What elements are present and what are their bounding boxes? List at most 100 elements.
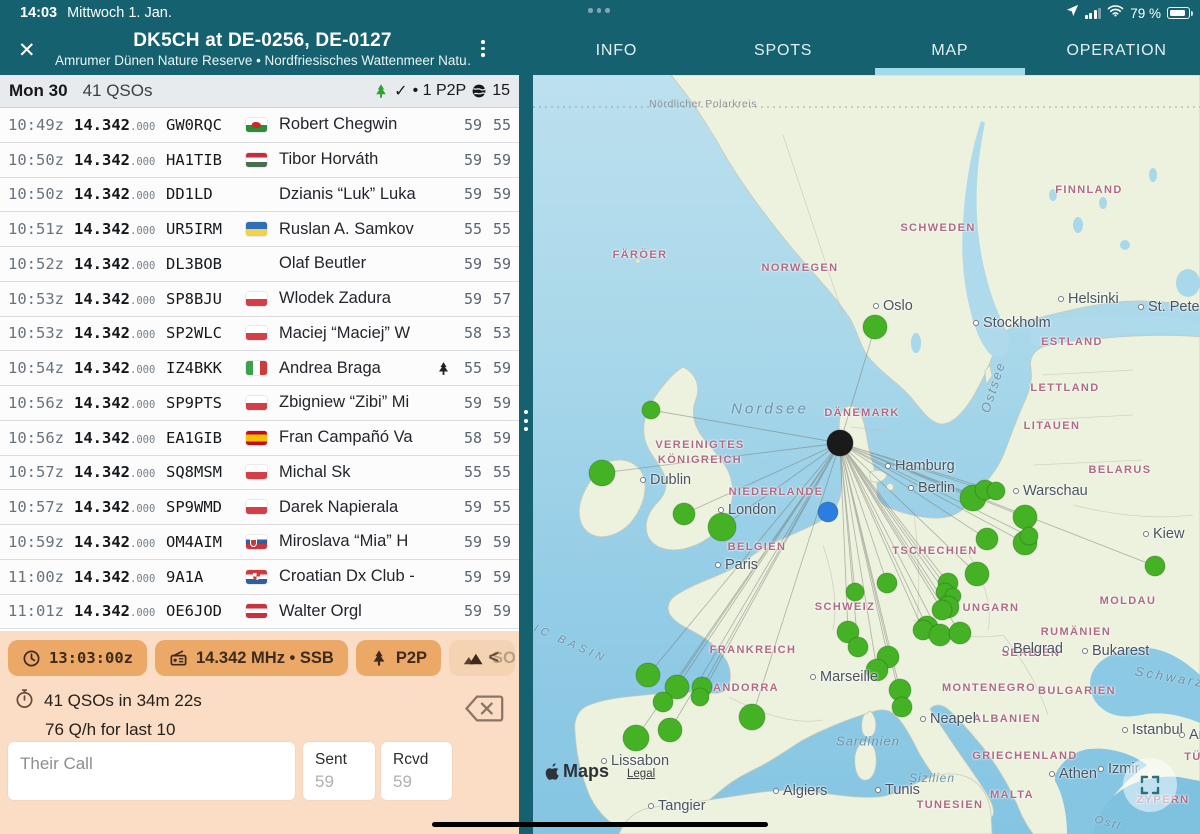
tab-info[interactable]: INFO [533, 27, 700, 75]
country-flag-icon [246, 292, 279, 306]
chip-p2p[interactable]: P2P [356, 640, 441, 676]
country-flag-icon [246, 604, 279, 618]
qso-time: 10:53z [0, 290, 74, 308]
qso-map-dot[interactable] [623, 725, 649, 751]
qso-map-dot[interactable] [848, 637, 868, 657]
qso-callsign: EA1GIB [166, 429, 246, 447]
qso-callsign: SP8BJU [166, 290, 246, 308]
rst-rcvd: 59 [482, 151, 511, 169]
qso-map-dot[interactable] [965, 562, 989, 586]
stats-line1: 41 QSOs in 34m 22s [44, 691, 202, 711]
apple-maps-logo: Maps [545, 761, 609, 782]
chevron-left-icon[interactable]: < [489, 647, 500, 668]
table-row[interactable]: 10:57z14.342.000SP9WMDDarek Napierala595… [0, 490, 519, 525]
sent-field[interactable]: Sent 59 [303, 742, 375, 800]
qso-map-dot[interactable] [673, 503, 695, 525]
qso-map-dot[interactable] [877, 573, 897, 593]
qso-operator-name: Fran Campañó Va [279, 428, 433, 447]
qso-callsign: IZ4BKK [166, 359, 246, 377]
qso-map-dot[interactable] [589, 460, 615, 486]
qso-map-dot[interactable] [691, 688, 709, 706]
check-mark: ✓ [394, 81, 407, 101]
rst-sent: 59 [453, 498, 482, 516]
qso-map-dot[interactable] [658, 718, 682, 742]
rst-rcvd: 59 [482, 429, 511, 447]
table-row[interactable]: 10:54z14.342.000IZ4BKKAndrea Braga5559 [0, 351, 519, 386]
qso-map-dot[interactable] [739, 704, 765, 730]
table-row[interactable]: 11:00z14.342.0009A1ACroatian Dx Club -59… [0, 560, 519, 595]
their-call-field[interactable] [8, 742, 295, 800]
qso-map-dot[interactable] [653, 692, 673, 712]
qso-map-dot[interactable] [636, 663, 660, 687]
close-icon[interactable]: ✕ [18, 38, 36, 63]
tab-bar: INFOSPOTSMAPOPERATION [533, 27, 1200, 75]
chip-sota[interactable]: SOTA< [449, 640, 515, 676]
backspace-button[interactable] [463, 693, 505, 729]
qso-map-dot[interactable] [949, 622, 971, 644]
map-base [533, 75, 1200, 834]
chip-14-342-mhz-ssb[interactable]: 14.342 MHz • SSB [155, 640, 348, 676]
table-row[interactable]: 10:49z14.342.000GW0RQCRobert Chegwin5955 [0, 108, 519, 143]
qso-map-dot[interactable] [932, 600, 952, 620]
activation-title-block: DK5CH at DE-0256, DE-0127 Amrumer Dünen … [55, 30, 470, 68]
qso-map-dot[interactable] [929, 624, 951, 646]
rst-rcvd: 59 [482, 533, 511, 551]
qso-time: 10:54z [0, 359, 74, 377]
qso-map-dot[interactable] [976, 528, 998, 550]
qso-frequency: 14.342.000 [74, 497, 166, 517]
qso-map-dot[interactable] [1020, 527, 1038, 545]
rst-sent: 58 [453, 429, 482, 447]
qso-map-dot[interactable] [863, 315, 887, 339]
qso-operator-name: Ruslan A. Samkov [279, 220, 433, 239]
apple-icon [545, 763, 560, 781]
table-row[interactable]: 10:56z14.342.000SP9PTSZbigniew “Zibi” Mi… [0, 386, 519, 421]
chip-13-03-00z[interactable]: 13:03:00z [8, 640, 147, 676]
qso-frequency: 14.342.000 [74, 289, 166, 309]
qso-time: 11:00z [0, 568, 74, 586]
table-row[interactable]: 10:59z14.342.000OM4AIMMiroslava “Mia” H5… [0, 525, 519, 560]
rst-sent: 55 [453, 463, 482, 481]
status-time: 14:03 [20, 5, 57, 21]
qso-map-dot[interactable] [866, 659, 888, 681]
entry-fields: Sent 59 Rcvd 59 [0, 742, 519, 800]
table-row[interactable]: 10:51z14.342.000UR5IRMRuslan A. Samkov55… [0, 212, 519, 247]
drag-handle-icon[interactable] [524, 410, 528, 431]
dx-count: 15 [492, 82, 510, 100]
country-flag-icon [246, 431, 279, 445]
qso-time: 10:50z [0, 185, 74, 203]
table-row[interactable]: 10:57z14.342.000SQ8MSMMichal Sk5555 [0, 456, 519, 491]
fullscreen-button[interactable] [1123, 758, 1177, 812]
log-qso-count: 41 QSOs [83, 81, 153, 101]
qso-map-dot[interactable] [987, 482, 1005, 500]
panel-divider[interactable] [519, 75, 533, 834]
multitask-dots-icon[interactable] [588, 8, 610, 13]
table-row[interactable]: 10:50z14.342.000DD1LDDzianis “Luk” Luka5… [0, 178, 519, 213]
overflow-menu-icon[interactable] [481, 40, 485, 57]
country-flag-icon [246, 396, 279, 410]
rcvd-field[interactable]: Rcvd 59 [381, 742, 452, 800]
table-row[interactable]: 10:56z14.342.000EA1GIBFran Campañó Va585… [0, 421, 519, 456]
their-call-input[interactable] [8, 742, 295, 786]
qso-map-dot[interactable] [708, 513, 736, 541]
qso-map-dot[interactable] [642, 401, 660, 419]
qso-map-dot[interactable] [892, 697, 912, 717]
qso-map-dot[interactable] [846, 583, 864, 601]
rst-sent: 55 [453, 220, 482, 238]
qso-map-dot[interactable] [1013, 505, 1037, 529]
table-row[interactable]: 10:50z14.342.000HA1TIBTibor Horváth5959 [0, 143, 519, 178]
map-view[interactable]: FÄRÖERNORWEGENSCHWEDENFINNLANDESTLANDLET… [533, 75, 1200, 834]
rst-sent: 59 [453, 568, 482, 586]
qso-operator-name: Tibor Horváth [279, 150, 433, 169]
qso-operator-name: Miroslava “Mia” H [279, 532, 433, 551]
tab-spots[interactable]: SPOTS [700, 27, 867, 75]
table-row[interactable]: 10:53z14.342.000SP8BJUWlodek Zadura5957 [0, 282, 519, 317]
tab-map[interactable]: MAP [867, 27, 1034, 75]
legal-link[interactable]: Legal [627, 768, 655, 782]
tab-operation[interactable]: OPERATION [1033, 27, 1200, 75]
qso-operator-name: Walter Orgl [279, 602, 433, 621]
qso-map-dot[interactable] [1145, 556, 1165, 576]
home-indicator[interactable] [432, 822, 768, 827]
table-row[interactable]: 10:52z14.342.000DL3BOBOlaf Beutler5959 [0, 247, 519, 282]
table-row[interactable]: 10:53z14.342.000SP2WLCMaciej “Maciej” W5… [0, 317, 519, 352]
table-row[interactable]: 11:01z14.342.000OE6JODWalter Orgl5959 [0, 595, 519, 630]
